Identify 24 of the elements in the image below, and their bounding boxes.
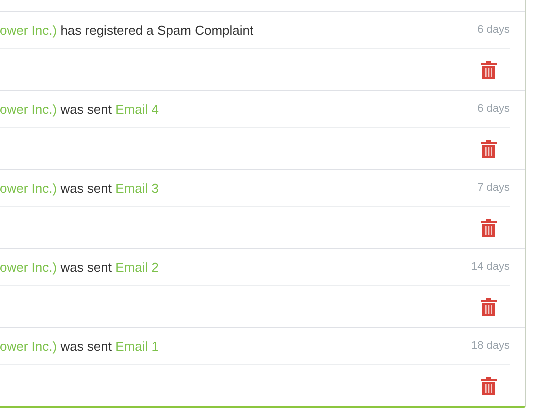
trash-icon[interactable]	[481, 298, 497, 316]
activity-text: ower Inc.) was sent Email 3	[0, 180, 159, 196]
contact-link[interactable]: ower Inc.)	[0, 102, 58, 116]
time-ago: 6 days	[478, 103, 510, 115]
trash-icon[interactable]	[481, 60, 497, 78]
time-ago: 7 days	[478, 182, 510, 194]
activity-text: ower Inc.) has registered a Spam Complaint	[0, 22, 254, 38]
trash-icon[interactable]	[481, 218, 497, 236]
activity-text: ower Inc.) was sent Email 4	[0, 102, 159, 116]
contact-link[interactable]: ower Inc.)	[0, 180, 58, 196]
time-ago: 6 days	[478, 24, 510, 36]
activity-text: ower Inc.) was sent Email 2	[0, 260, 159, 274]
email-link[interactable]: Email 4	[116, 102, 159, 116]
trash-icon[interactable]	[481, 376, 497, 394]
email-link[interactable]: Email 2	[116, 260, 159, 274]
email-link[interactable]: Email 3	[116, 180, 159, 196]
contact-link[interactable]: ower Inc.)	[0, 22, 58, 38]
activity-text: ower Inc.) was sent Email 1	[0, 338, 159, 354]
email-link[interactable]: Email 1	[116, 338, 159, 354]
trash-icon[interactable]	[481, 140, 497, 158]
contact-link[interactable]: ower Inc.)	[0, 338, 58, 354]
time-ago: 18 days	[471, 340, 510, 352]
contact-link[interactable]: ower Inc.)	[0, 260, 58, 274]
time-ago: 14 days	[471, 261, 510, 273]
